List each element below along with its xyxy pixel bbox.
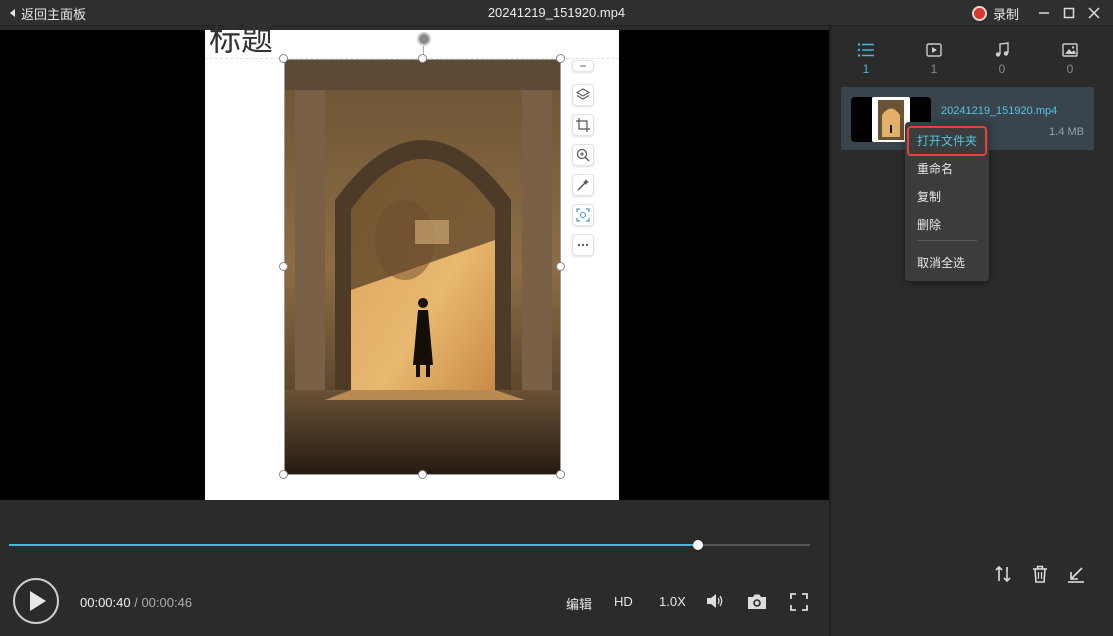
screenshot-button[interactable]: [747, 593, 767, 613]
tab-image[interactable]: 0: [1055, 42, 1085, 76]
menu-item-deselect-all[interactable]: 取消全选: [917, 254, 965, 271]
progress-knob[interactable]: [692, 540, 703, 550]
play-icon: [30, 591, 46, 611]
title-bar: 返回主面板 20241219_151920.mp4 录制: [0, 0, 1113, 26]
layers-icon: [576, 88, 590, 100]
import-icon: [1068, 567, 1084, 583]
archway-image: [285, 60, 560, 474]
resize-handle-tl[interactable]: [279, 54, 288, 63]
time-display: 00:00:40 / 00:00:46: [80, 595, 192, 610]
tab-image-count: 0: [1066, 62, 1074, 76]
sort-button[interactable]: [992, 563, 1014, 585]
import-button[interactable]: [1065, 563, 1087, 585]
maximize-button[interactable]: [1060, 4, 1078, 22]
file-name: 20241219_151920.mp4: [941, 105, 1058, 117]
fullscreen-icon: [790, 593, 808, 611]
context-menu: 打开文件夹 重命名 复制 删除 取消全选: [905, 122, 989, 281]
menu-item-delete[interactable]: 删除: [917, 216, 941, 233]
close-icon: [1088, 7, 1100, 19]
list-icon: [857, 43, 874, 57]
close-button[interactable]: [1085, 4, 1103, 22]
delete-button[interactable]: [1029, 563, 1051, 585]
time-separator: /: [130, 595, 142, 610]
progress-fill: [9, 544, 698, 546]
zoom-button[interactable]: [572, 144, 594, 166]
magic-tools-button[interactable]: [572, 174, 594, 196]
rotate-handle[interactable]: [417, 32, 431, 46]
progress-bar[interactable]: [9, 540, 810, 550]
fullscreen-button[interactable]: [790, 593, 808, 614]
quality-button[interactable]: HD: [614, 594, 633, 609]
window-title: 20241219_151920.mp4: [487, 5, 626, 20]
current-time: 00:00:40: [80, 595, 131, 610]
more-button[interactable]: [572, 234, 594, 256]
record-icon: [972, 6, 987, 21]
app-window: 返回主面板 20241219_151920.mp4 录制 标题 00:00:40…: [0, 0, 1113, 636]
menu-item-rename[interactable]: 重命名: [917, 160, 953, 177]
resize-handle-bl[interactable]: [279, 470, 288, 479]
scan-icon: [576, 208, 590, 222]
ai-cutout-button[interactable]: [572, 204, 594, 226]
magic-wand-icon: [577, 179, 589, 191]
image-icon: [1062, 43, 1078, 57]
resize-handle-b[interactable]: [418, 470, 427, 479]
minimize-button[interactable]: [1035, 4, 1053, 22]
maximize-icon: [1063, 7, 1075, 19]
edit-button[interactable]: 编辑: [566, 594, 592, 613]
tab-all-count: 1: [862, 62, 870, 76]
music-icon: [995, 42, 1009, 57]
trash-icon: [1033, 565, 1047, 583]
crop-icon: [576, 118, 590, 132]
tab-audio-count: 0: [998, 62, 1006, 76]
video-icon: [926, 43, 942, 57]
zoom-in-icon: [576, 148, 590, 162]
layers-button[interactable]: [572, 84, 594, 106]
resize-handle-tr[interactable]: [556, 54, 565, 63]
volume-icon: [707, 594, 723, 608]
minimize-icon: [1039, 12, 1049, 14]
speed-button[interactable]: 1.0X: [659, 594, 686, 609]
menu-item-copy[interactable]: 复制: [917, 188, 941, 205]
back-arrow-icon: [10, 9, 15, 17]
collapse-toolbar-button[interactable]: [572, 60, 594, 72]
image-toolbar: [572, 60, 596, 264]
resize-handle-t[interactable]: [418, 54, 427, 63]
slide-page: 标题: [205, 20, 619, 500]
sort-icon: [995, 565, 1011, 583]
resize-handle-r[interactable]: [556, 262, 565, 271]
media-panel: 1 1 0 0 20241219_151920.mp4 1.4 MB: [831, 26, 1113, 636]
resize-handle-br[interactable]: [556, 470, 565, 479]
crop-button[interactable]: [572, 114, 594, 136]
archway-photo[interactable]: [284, 59, 561, 475]
play-button[interactable]: [13, 578, 59, 624]
video-preview[interactable]: 标题: [0, 20, 829, 500]
record-button[interactable]: 录制: [972, 4, 1019, 23]
back-to-main-button[interactable]: 返回主面板: [10, 4, 86, 22]
tab-all[interactable]: 1: [851, 42, 881, 76]
record-label: 录制: [993, 7, 1020, 22]
playback-controls: 00:00:40 / 00:00:46 编辑 HD 1.0X: [0, 500, 829, 636]
volume-button[interactable]: [705, 592, 725, 613]
back-label: 返回主面板: [21, 6, 87, 22]
tab-video[interactable]: 1: [919, 42, 949, 76]
tab-video-count: 1: [930, 62, 938, 76]
more-icon: [577, 243, 589, 247]
camera-icon: [748, 594, 766, 609]
minus-icon: [580, 65, 586, 67]
file-size: 1.4 MB: [1049, 126, 1084, 138]
menu-separator: [917, 240, 977, 241]
tab-audio[interactable]: 0: [987, 42, 1017, 76]
total-time: 00:00:46: [141, 595, 193, 610]
menu-item-open-folder[interactable]: 打开文件夹: [917, 132, 977, 149]
resize-handle-l[interactable]: [279, 262, 288, 271]
page-title: 标题: [209, 20, 274, 58]
